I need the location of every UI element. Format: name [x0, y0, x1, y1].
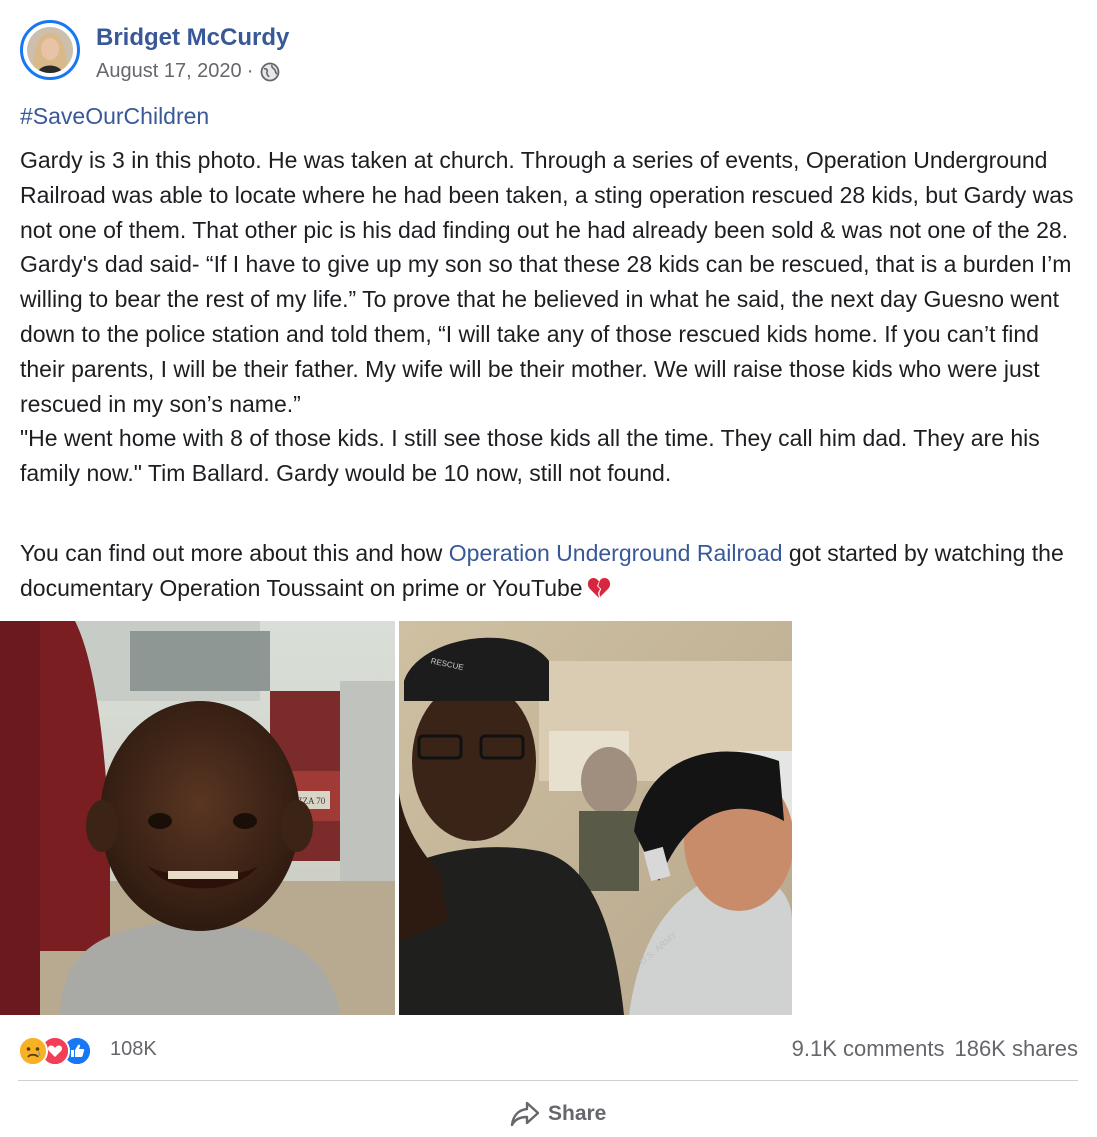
post-body: Gardy is 3 in this photo. He was taken a…	[20, 143, 1085, 491]
paragraph-text: You can find out more about this and how	[20, 540, 449, 566]
avatar-photo	[27, 27, 73, 73]
broken-heart-icon	[587, 574, 611, 609]
author-name[interactable]: Bridget McCurdy	[96, 24, 289, 52]
post-meta: August 17, 2020 ·	[96, 60, 280, 83]
post-paragraph: Gardy is 3 in this photo. He was taken a…	[20, 147, 1074, 417]
post-photo-child[interactable]: ZZA 70	[0, 621, 395, 1015]
hashtag-link[interactable]: #SaveOurChildren	[20, 103, 209, 130]
reaction-count[interactable]: 108K	[110, 1038, 157, 1061]
post-date[interactable]: August 17, 2020	[96, 60, 242, 83]
reactions-bar: 108K 9.1K comments 186K shares	[18, 1034, 1078, 1066]
share-icon	[510, 1100, 540, 1128]
globe-icon[interactable]	[260, 62, 280, 82]
reaction-icons[interactable]	[18, 1034, 108, 1066]
post-photo-father[interactable]: RESCUE U.S. ARMY	[399, 621, 792, 1015]
post-paragraph-links: You can find out more about this and how…	[20, 536, 1085, 609]
comments-count[interactable]: 9.1K comments	[792, 1036, 945, 1061]
post-paragraph: "He went home with 8 of those kids. I st…	[20, 425, 1040, 487]
shares-count[interactable]: 186K shares	[954, 1036, 1078, 1061]
share-button[interactable]: Share	[510, 1094, 630, 1134]
avatar[interactable]	[20, 20, 80, 80]
meta-separator: ·	[246, 60, 254, 82]
share-label: Share	[548, 1102, 607, 1125]
post-card: Bridget McCurdy August 17, 2020 · #SaveO…	[0, 0, 1097, 1137]
sad-icon	[18, 1036, 48, 1066]
page-link[interactable]: Operation Underground Railroad	[449, 540, 783, 566]
post-header: Bridget McCurdy August 17, 2020 ·	[20, 20, 620, 84]
divider	[18, 1080, 1078, 1081]
post-stats: 9.1K comments 186K shares	[792, 1036, 1078, 1062]
